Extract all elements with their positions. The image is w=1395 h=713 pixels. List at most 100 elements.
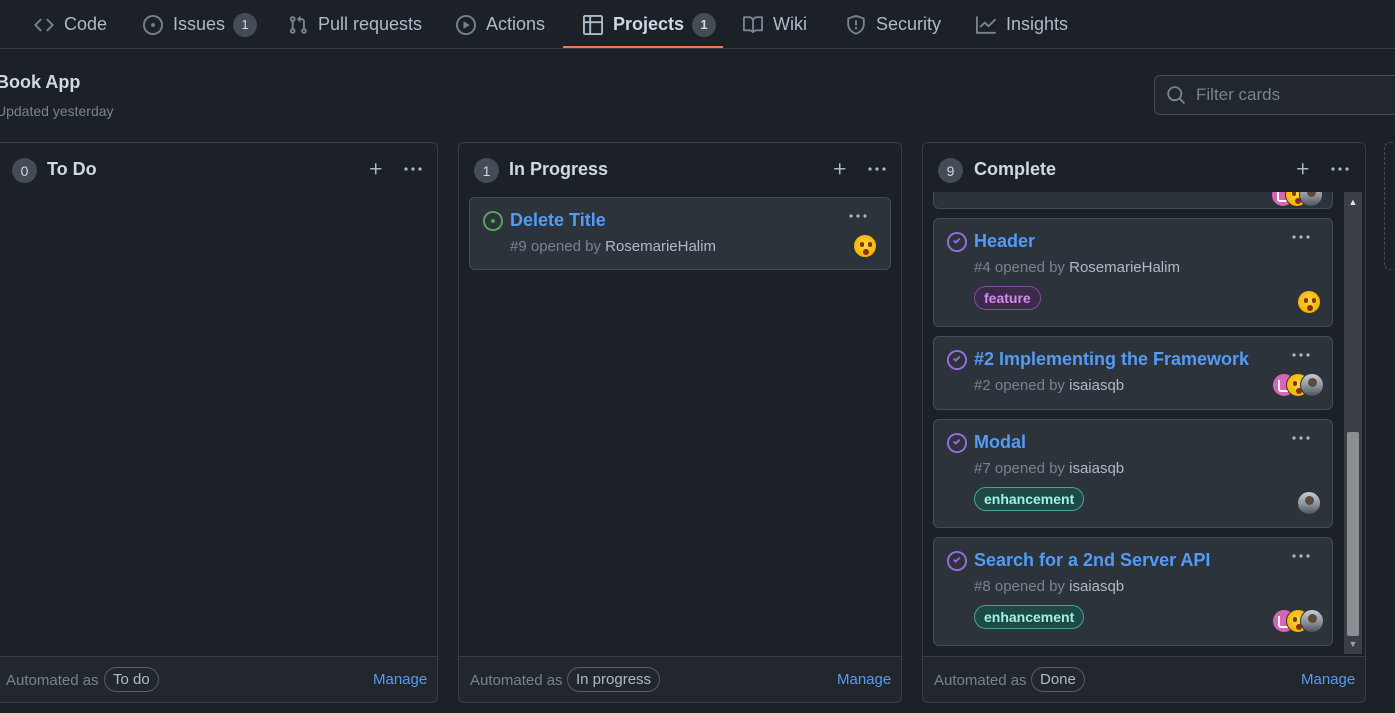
column-name: To Do xyxy=(47,159,97,179)
projects-count-badge: 1 xyxy=(692,12,717,37)
assignee-avatars xyxy=(1297,491,1321,517)
card-meta: #2 opened by isaiasqb xyxy=(974,377,1124,394)
automated-label: Automated as xyxy=(934,672,1027,689)
tab-label: Pull requests xyxy=(318,14,423,34)
project-title: Book App xyxy=(0,72,81,92)
card-menu-button[interactable] xyxy=(1287,227,1315,247)
column-card-count: 0 xyxy=(12,158,37,183)
tab-label: Insights xyxy=(1006,14,1069,34)
card-title[interactable]: Header xyxy=(974,231,1035,252)
avatar[interactable] xyxy=(1300,609,1324,633)
graph-icon xyxy=(976,15,996,35)
tab-pull-requests[interactable]: Pull requests xyxy=(288,0,422,49)
manage-automation-link[interactable]: Manage xyxy=(373,671,427,688)
kebab-horizontal-icon xyxy=(868,167,886,171)
issue-card[interactable]: Modal #7 opened by isaiasqb enhancement xyxy=(933,419,1333,528)
manage-automation-link[interactable]: Manage xyxy=(1301,671,1355,688)
issue-number: #7 xyxy=(974,460,991,477)
code-icon xyxy=(34,15,54,35)
avatar[interactable] xyxy=(853,234,877,258)
column-header-overlay: 9 Complete xyxy=(923,143,1365,193)
column-menu-button[interactable] xyxy=(401,157,425,181)
kebab-horizontal-icon xyxy=(1292,436,1310,440)
plus-icon xyxy=(834,163,846,175)
filter-cards-input[interactable] xyxy=(1196,85,1395,105)
issue-card[interactable]: Search for a 2nd Server API #8 opened by… xyxy=(933,537,1333,646)
avatar[interactable] xyxy=(1297,290,1321,314)
column-menu-button[interactable] xyxy=(1328,157,1352,181)
assignee-avatars xyxy=(1272,373,1324,399)
tab-projects[interactable]: Projects 1 xyxy=(583,0,717,49)
automated-label: Automated as xyxy=(470,672,563,689)
assignee-avatars xyxy=(1297,290,1321,316)
tab-label: Projects xyxy=(613,14,685,34)
issue-author[interactable]: RosemarieHalim xyxy=(1069,259,1180,276)
label-enhancement[interactable]: enhancement xyxy=(974,487,1085,511)
label-enhancement[interactable]: enhancement xyxy=(974,605,1085,629)
add-card-button[interactable] xyxy=(364,157,388,181)
tab-label: Issues xyxy=(173,14,226,34)
issue-card[interactable]: Delete Title #9 opened by RosemarieHalim xyxy=(469,197,891,270)
selected-tab-underline xyxy=(563,46,723,48)
tab-issues[interactable]: Issues 1 xyxy=(143,0,258,49)
avatar[interactable] xyxy=(1300,373,1324,397)
book-icon xyxy=(743,15,763,35)
issue-author[interactable]: isaiasqb xyxy=(1069,460,1124,477)
automation-preset-pill: In progress xyxy=(567,667,661,692)
opened-by-text: opened by xyxy=(994,578,1065,595)
column-header: 1 In Progress xyxy=(459,143,901,193)
label-feature[interactable]: feature xyxy=(974,286,1041,310)
project-updated-time: Updated yesterday xyxy=(0,103,114,119)
tab-wiki[interactable]: Wiki xyxy=(743,0,807,49)
automation-preset-pill: Done xyxy=(1031,667,1085,692)
tab-insights[interactable]: Insights xyxy=(976,0,1068,49)
issue-author[interactable]: isaiasqb xyxy=(1069,578,1124,595)
issue-author[interactable]: RosemarieHalim xyxy=(605,238,716,255)
scroll-up-arrow-icon[interactable]: ▲ xyxy=(1344,194,1362,210)
column-card-count: 9 xyxy=(938,158,963,183)
plus-icon xyxy=(370,163,382,175)
column-menu-button[interactable] xyxy=(865,157,889,181)
issue-opened-icon xyxy=(483,211,503,231)
card-menu-button[interactable] xyxy=(1287,428,1315,448)
card-title[interactable]: Modal xyxy=(974,432,1026,453)
tab-actions[interactable]: Actions xyxy=(456,0,545,49)
column-name: In Progress xyxy=(509,159,609,179)
kebab-horizontal-icon xyxy=(1292,235,1310,239)
tab-label: Actions xyxy=(486,14,546,34)
tab-security[interactable]: Security xyxy=(846,0,941,49)
card-menu-button[interactable] xyxy=(844,206,872,226)
card-meta: #8 opened by isaiasqb xyxy=(974,578,1124,595)
kebab-horizontal-icon xyxy=(1292,554,1310,558)
add-card-button[interactable] xyxy=(1291,157,1315,181)
card-meta: #9 opened by RosemarieHalim xyxy=(510,238,716,255)
automation-preset-pill: To do xyxy=(104,667,159,692)
issues-count-badge: 1 xyxy=(233,12,258,37)
card-menu-button[interactable] xyxy=(1287,345,1315,365)
issue-closed-icon xyxy=(947,551,967,571)
avatar[interactable] xyxy=(1297,491,1321,515)
card-menu-button[interactable] xyxy=(1287,546,1315,566)
manage-automation-link[interactable]: Manage xyxy=(837,671,891,688)
assignee-avatars xyxy=(853,234,877,260)
column-in-progress: 1 In Progress Delete Title #9 opened by … xyxy=(458,142,902,703)
tab-code[interactable]: Code xyxy=(34,0,107,49)
issue-card[interactable]: #2 Implementing the Framework #2 opened … xyxy=(933,336,1333,410)
filter-cards-box[interactable] xyxy=(1154,75,1395,115)
card-title[interactable]: Search for a 2nd Server API xyxy=(974,550,1210,571)
opened-by-text: opened by xyxy=(994,377,1065,394)
column-scrollbar[interactable]: ▲ ▼ xyxy=(1344,192,1362,654)
scroll-down-arrow-icon[interactable]: ▼ xyxy=(1344,636,1362,652)
column-card-count: 1 xyxy=(474,158,499,183)
issue-author[interactable]: isaiasqb xyxy=(1069,377,1124,394)
card-title[interactable]: Delete Title xyxy=(510,210,606,231)
add-card-button[interactable] xyxy=(828,157,852,181)
table-icon xyxy=(583,14,603,35)
play-icon xyxy=(456,14,476,35)
add-column-placeholder[interactable] xyxy=(1384,142,1395,270)
card-meta: #4 opened by RosemarieHalim xyxy=(974,259,1180,276)
scrollbar-thumb[interactable] xyxy=(1347,432,1359,636)
card-title[interactable]: #2 Implementing the Framework xyxy=(974,349,1249,370)
issue-card[interactable]: Header #4 opened by RosemarieHalim featu… xyxy=(933,218,1333,327)
issue-number: #2 xyxy=(974,377,991,394)
